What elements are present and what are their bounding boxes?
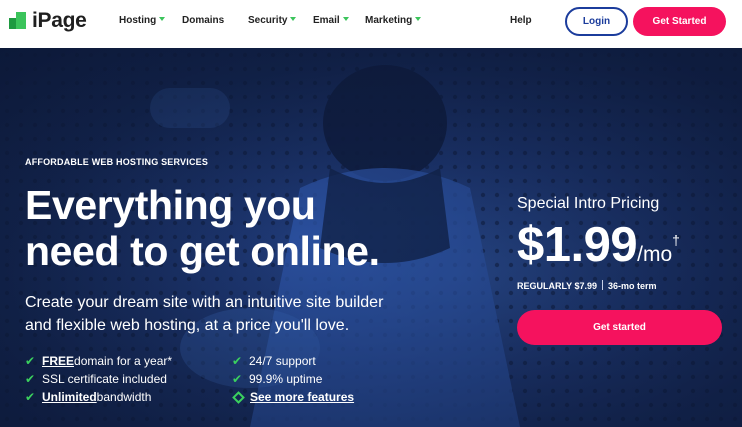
check-icon: ✔: [25, 372, 36, 386]
top-nav: iPage Hosting Domains Security Email Mar…: [0, 0, 742, 48]
nav-security[interactable]: Security: [248, 15, 297, 26]
logo-icon: [9, 12, 29, 30]
check-icon: ✔: [25, 354, 36, 368]
logo-text: iPage: [32, 9, 87, 32]
login-button[interactable]: Login: [565, 7, 628, 36]
price-amount: $1.99/mo†: [517, 218, 680, 272]
get-started-button[interactable]: Get Started: [633, 7, 726, 36]
nav-hosting[interactable]: Hosting: [119, 15, 166, 26]
nav-marketing[interactable]: Marketing: [365, 15, 422, 26]
hero-kicker: AFFORDABLE WEB HOSTING SERVICES: [25, 157, 209, 167]
price-regular: REGULARLY $7.99 36-mo term: [517, 280, 657, 291]
feature-support: ✔ 24/7 support: [232, 354, 316, 368]
price-label: Special Intro Pricing: [517, 195, 660, 212]
check-icon: ✔: [232, 354, 243, 368]
see-more-features-link[interactable]: See more features: [232, 390, 354, 404]
hero-section: AFFORDABLE WEB HOSTING SERVICES Everythi…: [0, 48, 742, 427]
ipage-logo[interactable]: iPage: [9, 9, 87, 33]
chevron-down-icon: [290, 17, 297, 21]
hero-get-started-button[interactable]: Get started: [517, 310, 722, 345]
chevron-down-icon: [342, 17, 349, 21]
nav-email[interactable]: Email: [313, 15, 349, 26]
check-icon: ✔: [232, 372, 243, 386]
divider: [602, 280, 604, 290]
hero-subhead: Create your dream site with an intuitive…: [25, 294, 384, 334]
feature-free-domain: ✔ FREE domain for a year*: [25, 354, 173, 368]
chevron-down-icon: [159, 17, 166, 21]
feature-bandwidth: ✔ Unlimited bandwidth: [25, 390, 152, 404]
feature-uptime: ✔ 99.9% uptime: [232, 372, 323, 386]
nav-help[interactable]: Help: [510, 15, 532, 26]
hero-headline: Everything you need to get online.: [25, 182, 380, 274]
check-icon: ✔: [25, 390, 36, 404]
chevron-down-icon: [415, 17, 422, 21]
nav-domains[interactable]: Domains: [182, 15, 224, 26]
diamond-icon: [232, 390, 245, 404]
feature-ssl: ✔ SSL certificate included: [25, 372, 167, 386]
